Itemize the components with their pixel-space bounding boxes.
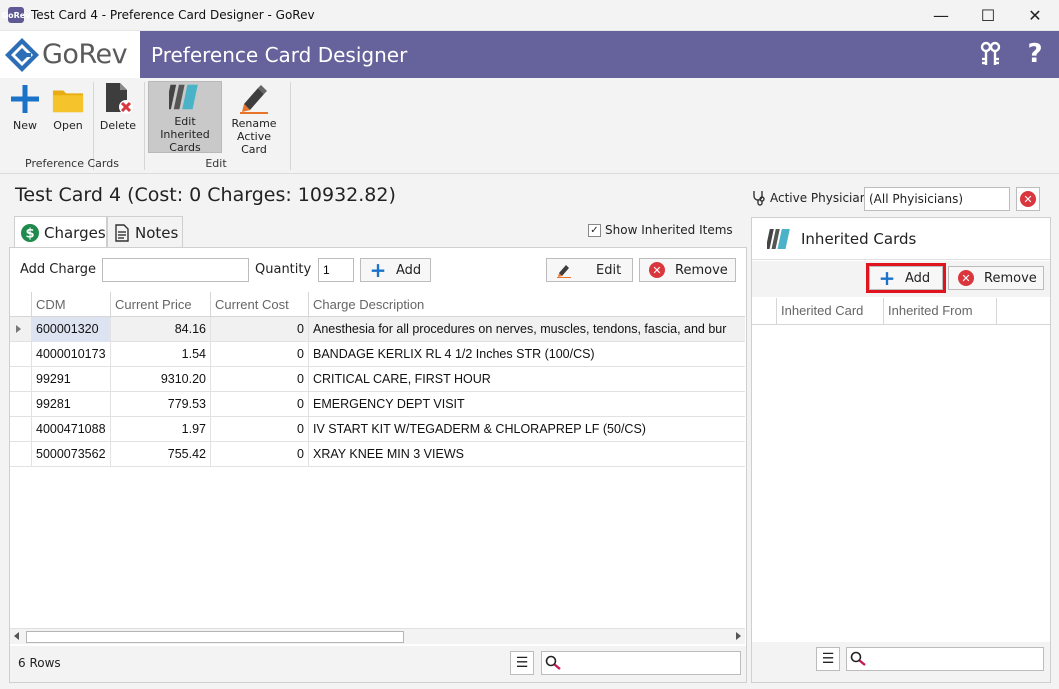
- plus-icon: [9, 82, 41, 116]
- inherited-grid-header: Inherited Card Inherited From: [752, 298, 1050, 325]
- show-inherited-checkbox[interactable]: ✓ Show Inherited Items: [588, 223, 733, 237]
- window-title-bar: GoRev Test Card 4 - Preference Card Desi…: [0, 0, 1059, 31]
- add-charge-label: Add Charge: [20, 262, 96, 277]
- rename-active-card-button[interactable]: Rename Active Card: [224, 82, 284, 156]
- delete-card-button[interactable]: Delete: [98, 82, 138, 152]
- column-header-cdm[interactable]: CDM: [31, 292, 111, 317]
- remove-inherited-card-button[interactable]: ✕ Remove: [948, 266, 1044, 290]
- scroll-left-icon[interactable]: [14, 632, 19, 640]
- table-row[interactable]: 4000471088 1.97 0 IV START KIT W/TEGADER…: [10, 417, 745, 442]
- active-physician-select[interactable]: (All Phyisicians): [864, 187, 1010, 211]
- scroll-right-icon[interactable]: [736, 632, 741, 640]
- search-icon: [545, 655, 561, 670]
- table-row[interactable]: 600001320 84.16 0 Anesthesia for all pro…: [10, 317, 745, 342]
- plus-icon: +: [369, 258, 387, 282]
- brand-logo: GoRev: [0, 31, 140, 78]
- column-header-charge-description[interactable]: Charge Description: [308, 292, 745, 317]
- minimize-button[interactable]: —: [918, 0, 964, 31]
- add-charge-input[interactable]: [102, 258, 249, 282]
- inherited-grid-menu-button[interactable]: ☰: [816, 647, 840, 671]
- grid-header: CDM Current Price Current Cost Charge De…: [10, 292, 745, 317]
- pencil-icon: [238, 82, 270, 114]
- edit-charge-button[interactable]: Edit: [546, 258, 633, 282]
- notes-icon: [114, 223, 130, 242]
- row-indicator-icon: [16, 325, 21, 333]
- app-header: GoRev Preference Card Designer ?: [0, 31, 1059, 78]
- stethoscope-icon: [753, 191, 765, 206]
- cards-icon: [767, 228, 793, 250]
- open-card-button[interactable]: Open: [48, 82, 88, 152]
- maximize-button[interactable]: ☐: [965, 0, 1011, 31]
- ribbon-group-preference-cards: Preference Cards: [25, 157, 119, 170]
- ribbon-group-edit: Edit: [205, 157, 227, 170]
- inherited-cards-panel: Inherited Cards + Add ✕ Remove Inherited…: [751, 217, 1051, 683]
- ribbon-separator: [144, 82, 145, 170]
- remove-circle-icon: ✕: [958, 270, 974, 286]
- app-heading: Preference Card Designer: [151, 43, 408, 67]
- column-header-current-price[interactable]: Current Price: [110, 292, 210, 317]
- cards-icon: [169, 82, 201, 112]
- ribbon-separator: [290, 82, 291, 170]
- column-header-current-cost[interactable]: Current Cost: [210, 292, 308, 317]
- table-row[interactable]: 99281 779.53 0 EMERGENCY DEPT VISIT: [10, 392, 745, 417]
- charges-search-input[interactable]: [541, 651, 741, 675]
- checkmark-icon: ✓: [588, 223, 601, 237]
- grid-menu-button[interactable]: ☰: [510, 651, 534, 675]
- delete-document-icon: [102, 82, 134, 116]
- tab-notes[interactable]: Notes: [107, 216, 183, 248]
- svg-text:$: $: [25, 227, 34, 242]
- active-physician-label: Active Physician: [752, 190, 867, 206]
- remove-circle-icon: ✕: [649, 262, 665, 278]
- horizontal-scrollbar[interactable]: [10, 628, 745, 644]
- close-window-button[interactable]: ✕: [1012, 0, 1058, 31]
- card-title: Test Card 4 (Cost: 0 Charges: 10932.82): [15, 184, 396, 206]
- keys-icon[interactable]: [975, 39, 1005, 69]
- hamburger-icon: ☰: [821, 651, 835, 667]
- ribbon: New Open Delete Edit Inherited Cards Ren…: [0, 78, 1059, 174]
- quantity-input[interactable]: [318, 258, 354, 282]
- row-count: 6 Rows: [18, 656, 61, 670]
- table-row[interactable]: 99291 9310.20 0 CRITICAL CARE, FIRST HOU…: [10, 367, 745, 392]
- table-row[interactable]: 4000010173 1.54 0 BANDAGE KERLIX RL 4 1/…: [10, 342, 745, 367]
- help-icon[interactable]: ?: [1020, 39, 1050, 69]
- close-circle-icon: ✕: [1020, 191, 1036, 207]
- hamburger-icon: ☰: [515, 655, 529, 671]
- quantity-label: Quantity: [255, 262, 312, 277]
- scrollbar-thumb[interactable]: [26, 631, 404, 643]
- plus-icon: +: [878, 266, 896, 290]
- clear-physician-button[interactable]: ✕: [1016, 187, 1040, 211]
- charges-toolbar: Add Charge Quantity + Add Edit ✕ Remove: [10, 256, 746, 286]
- inherited-footer: ☰: [752, 642, 1050, 682]
- search-icon: [850, 651, 866, 666]
- column-header-inherited-from[interactable]: Inherited From: [883, 298, 997, 325]
- app-icon: GoRev: [2, 7, 30, 23]
- dollar-icon: $: [21, 224, 39, 242]
- folder-icon: [52, 82, 84, 116]
- new-card-button[interactable]: New: [6, 82, 44, 152]
- inherited-search-input[interactable]: [846, 647, 1044, 671]
- tab-charges[interactable]: $ Charges: [14, 216, 107, 249]
- charges-footer: 6 Rows ☰: [10, 646, 746, 682]
- edit-inherited-cards-button[interactable]: Edit Inherited Cards: [148, 81, 222, 154]
- add-charge-button[interactable]: + Add: [360, 258, 431, 282]
- remove-charge-button[interactable]: ✕ Remove: [639, 258, 736, 282]
- brand-name: GoRev: [42, 39, 128, 70]
- inherited-cards-header: Inherited Cards: [752, 218, 1050, 260]
- window-title: Test Card 4 - Preference Card Designer -…: [31, 8, 315, 22]
- inherited-cards-toolbar: + Add ✕ Remove: [752, 261, 1050, 297]
- charges-grid: CDM Current Price Current Cost Charge De…: [10, 292, 745, 628]
- gorev-logo-icon: [5, 37, 39, 72]
- table-row[interactable]: 5000073562 755.42 0 XRAY KNEE MIN 3 VIEW…: [10, 442, 745, 467]
- add-inherited-card-button[interactable]: + Add: [866, 263, 946, 293]
- pencil-icon: [556, 262, 572, 278]
- column-header-inherited-card[interactable]: Inherited Card: [776, 298, 884, 325]
